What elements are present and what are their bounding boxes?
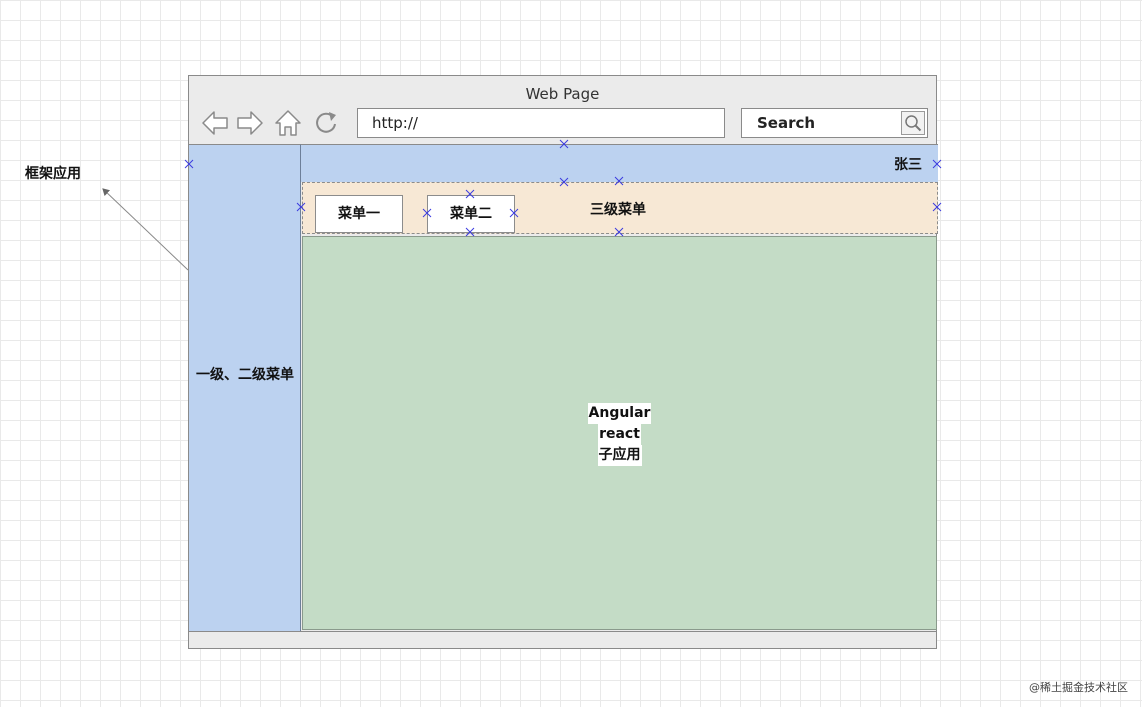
refresh-icon[interactable] bbox=[311, 108, 341, 138]
back-arrow-icon[interactable] bbox=[200, 108, 230, 138]
side-menu-label: 一级、二级菜单 bbox=[196, 367, 294, 383]
frame-app-annotation-label: 框架应用 bbox=[25, 166, 81, 182]
home-icon[interactable] bbox=[273, 108, 303, 138]
search-button[interactable] bbox=[901, 111, 925, 135]
status-bar bbox=[189, 631, 936, 648]
watermark: @稀土掘金技术社区 bbox=[1029, 681, 1128, 694]
third-level-menu: 菜单一 菜单二 三级菜单 bbox=[302, 182, 938, 234]
browser-window: Web Page http:// Search 一级、二级菜单 张三 菜单一 菜… bbox=[188, 75, 938, 649]
address-bar[interactable]: http:// bbox=[357, 108, 725, 138]
magnifier-icon bbox=[905, 115, 922, 132]
sub-app-line-1: Angular bbox=[587, 403, 652, 424]
search-box[interactable]: Search bbox=[741, 108, 928, 138]
side-menu-panel: 一级、二级菜单 bbox=[189, 144, 301, 632]
forward-arrow-icon[interactable] bbox=[235, 108, 265, 138]
third-level-menu-label: 三级菜单 bbox=[590, 202, 646, 218]
sub-app-line-2: react bbox=[598, 424, 641, 445]
sub-app-area: Angular react 子应用 bbox=[302, 236, 937, 630]
header-bar: 张三 bbox=[301, 144, 938, 182]
user-name: 张三 bbox=[894, 157, 922, 173]
sub-app-label: Angular react 子应用 bbox=[303, 403, 936, 466]
window-title: Web Page bbox=[525, 85, 600, 103]
menu-tab-2[interactable]: 菜单二 bbox=[427, 195, 515, 233]
menu-tab-1[interactable]: 菜单一 bbox=[315, 195, 403, 233]
search-label: Search bbox=[757, 114, 816, 132]
sub-app-line-3: 子应用 bbox=[597, 445, 642, 466]
